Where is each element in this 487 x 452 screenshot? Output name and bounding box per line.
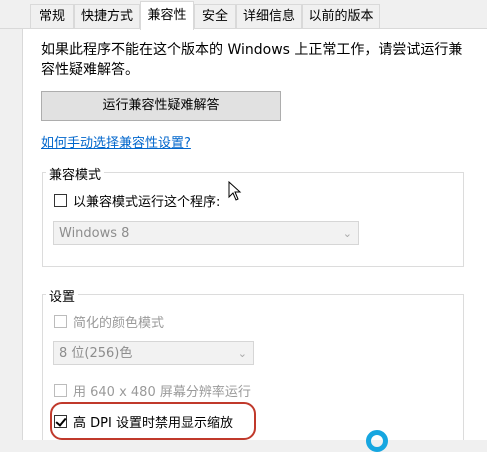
reduced-color-label: 简化的颜色模式 (73, 316, 165, 331)
compat-mode-checkbox-label: 以兼容模式运行这个程序: (73, 195, 221, 210)
intro-text: 如果此程序不能在这个版本的 Windows 上正常工作，请尝试运行兼容性疑难解答… (41, 42, 463, 78)
compat-mode-select-value: Windows 8 (59, 226, 130, 241)
tab-previous-versions[interactable]: 以前的版本 (302, 4, 380, 28)
compat-mode-group (42, 172, 464, 267)
tab-details[interactable]: 详细信息 (236, 4, 302, 28)
reduced-color-checkbox[interactable] (54, 315, 67, 328)
tab-strip: 常规 快捷方式 兼容性 安全 详细信息 以前的版本 (0, 0, 487, 30)
highlight-annotation (50, 402, 256, 440)
run-troubleshooter-button[interactable]: 运行兼容性疑难解答 (41, 91, 281, 121)
color-mode-select[interactable]: 8 位(256)色 ⌄ (53, 341, 254, 365)
tab-compatibility[interactable]: 兼容性 (140, 1, 194, 30)
mouse-cursor-icon (228, 181, 242, 201)
resolution-640-checkbox[interactable] (54, 384, 67, 397)
settings-group-label: 设置 (46, 286, 79, 305)
manual-settings-link[interactable]: 如何手动选择兼容性设置? (41, 132, 191, 151)
tab-general[interactable]: 常规 (30, 4, 74, 28)
color-mode-select-value: 8 位(256)色 (59, 346, 133, 361)
compat-mode-group-label: 兼容模式 (46, 164, 105, 183)
compat-mode-checkbox[interactable] (54, 194, 67, 207)
resolution-640-label: 用 640 x 480 屏幕分辨率运行 (73, 385, 251, 400)
tab-security[interactable]: 安全 (194, 4, 236, 28)
tab-shortcut[interactable]: 快捷方式 (74, 4, 140, 28)
compat-mode-select[interactable]: Windows 8 ⌄ (53, 221, 359, 245)
chevron-down-icon: ⌄ (342, 227, 352, 240)
chevron-down-icon: ⌄ (237, 347, 247, 360)
watermark-logo (366, 430, 388, 452)
